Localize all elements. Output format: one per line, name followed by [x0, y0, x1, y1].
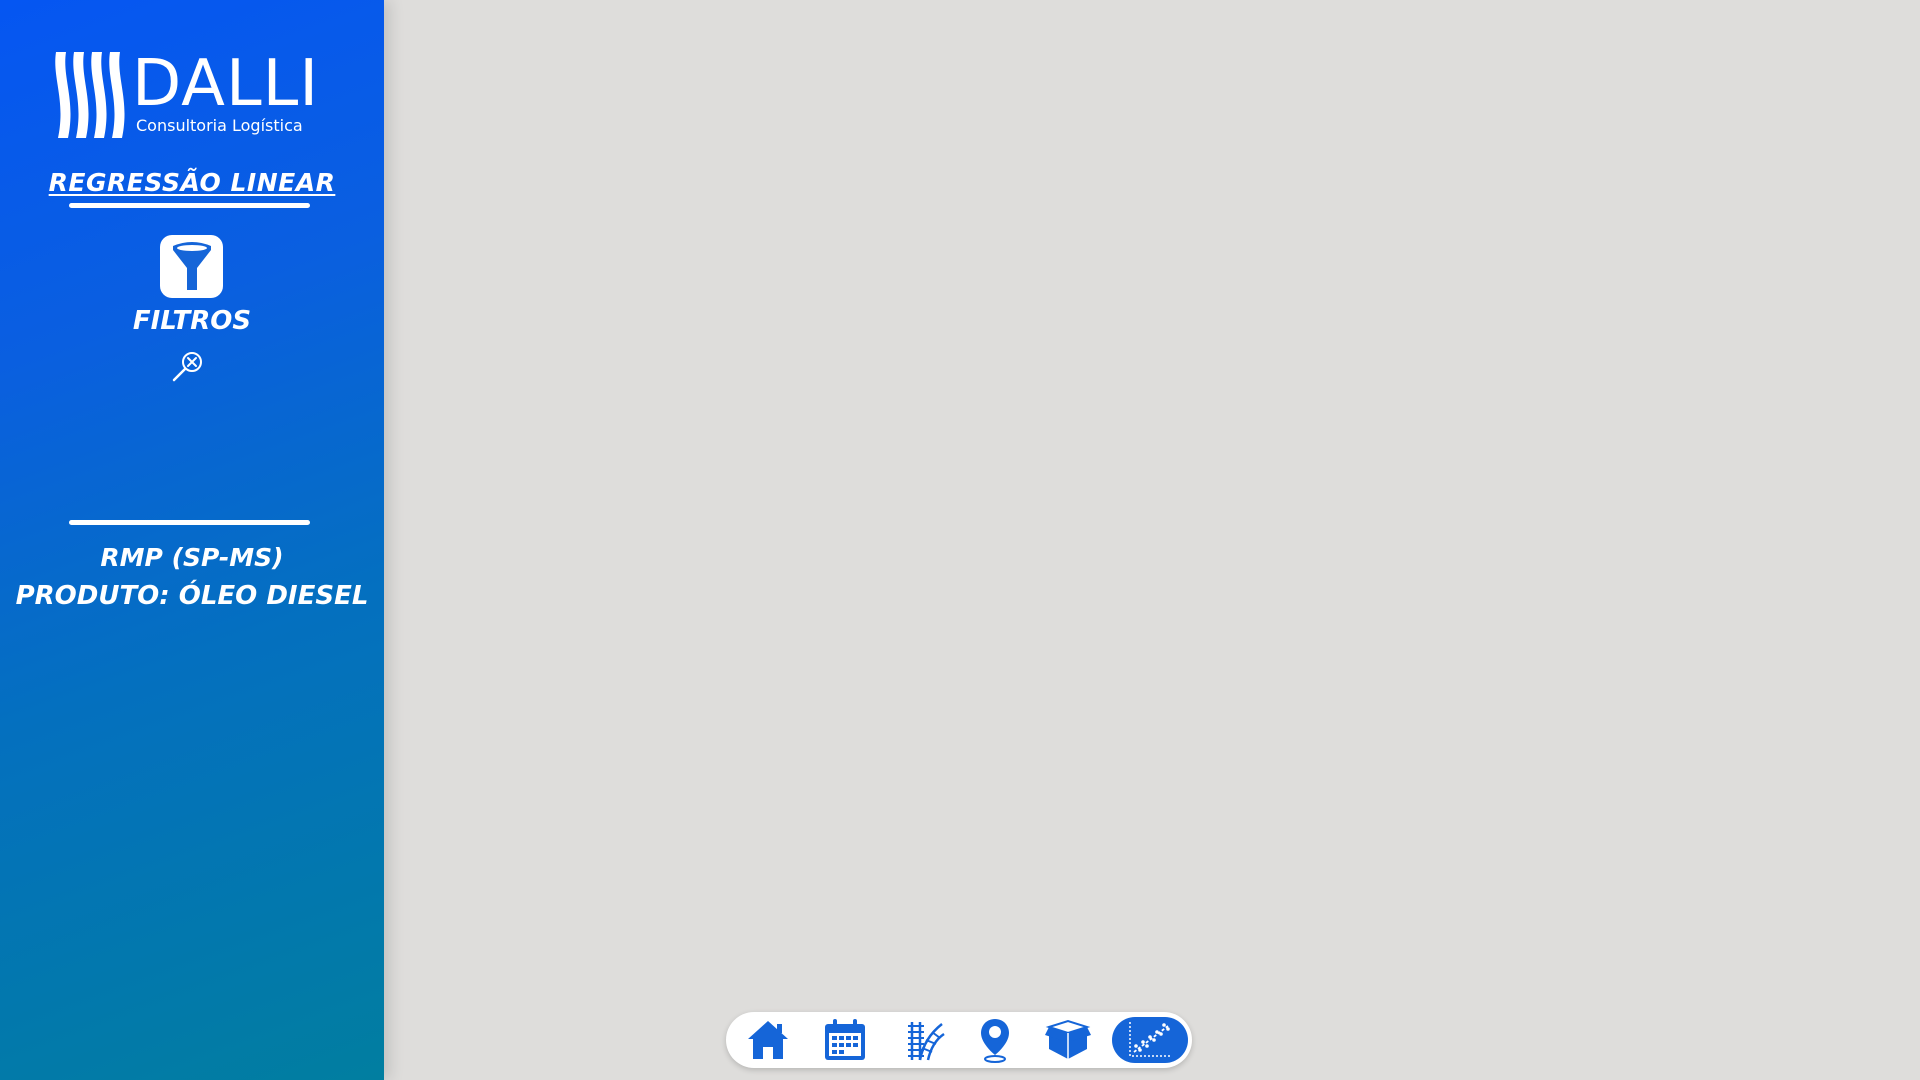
- nav-calendar-button[interactable]: [815, 1017, 875, 1063]
- map-pin-icon: [981, 1019, 1009, 1063]
- box-icon: [1045, 1019, 1091, 1059]
- brand-tagline: Consultoria Logística: [136, 116, 303, 135]
- brand-logo: DALLI Consultoria Logística: [52, 47, 332, 142]
- region-label: RMP (SP-MS): [100, 543, 284, 572]
- content-area: [384, 0, 1920, 1080]
- nav-product-button[interactable]: [1038, 1017, 1098, 1063]
- scatter-chart-icon: [1129, 1022, 1172, 1057]
- logo-waves-icon: [55, 52, 125, 138]
- product-label: PRODUTO: ÓLEO DIESEL: [15, 581, 369, 611]
- home-icon: [748, 1021, 788, 1059]
- page-title: REGRESSÃO LINEAR: [48, 168, 336, 197]
- nav-location-button[interactable]: [965, 1017, 1025, 1063]
- calendar-icon: [825, 1019, 865, 1060]
- nav-railway-button[interactable]: [896, 1017, 956, 1063]
- nav-home-button[interactable]: [738, 1017, 798, 1063]
- brand-name: DALLI: [132, 47, 320, 121]
- divider: [69, 203, 310, 208]
- nav-regression-button[interactable]: [1112, 1017, 1188, 1063]
- funnel-icon: [172, 241, 211, 290]
- divider: [69, 520, 310, 525]
- filter-button[interactable]: [160, 235, 223, 298]
- bottom-nav: [726, 1012, 1192, 1068]
- clear-filter-icon[interactable]: [170, 348, 206, 384]
- sidebar: DALLI Consultoria Logística REGRESSÃO LI…: [0, 0, 384, 1080]
- railway-icon: [908, 1022, 945, 1061]
- filter-label: FILTROS: [132, 306, 252, 336]
